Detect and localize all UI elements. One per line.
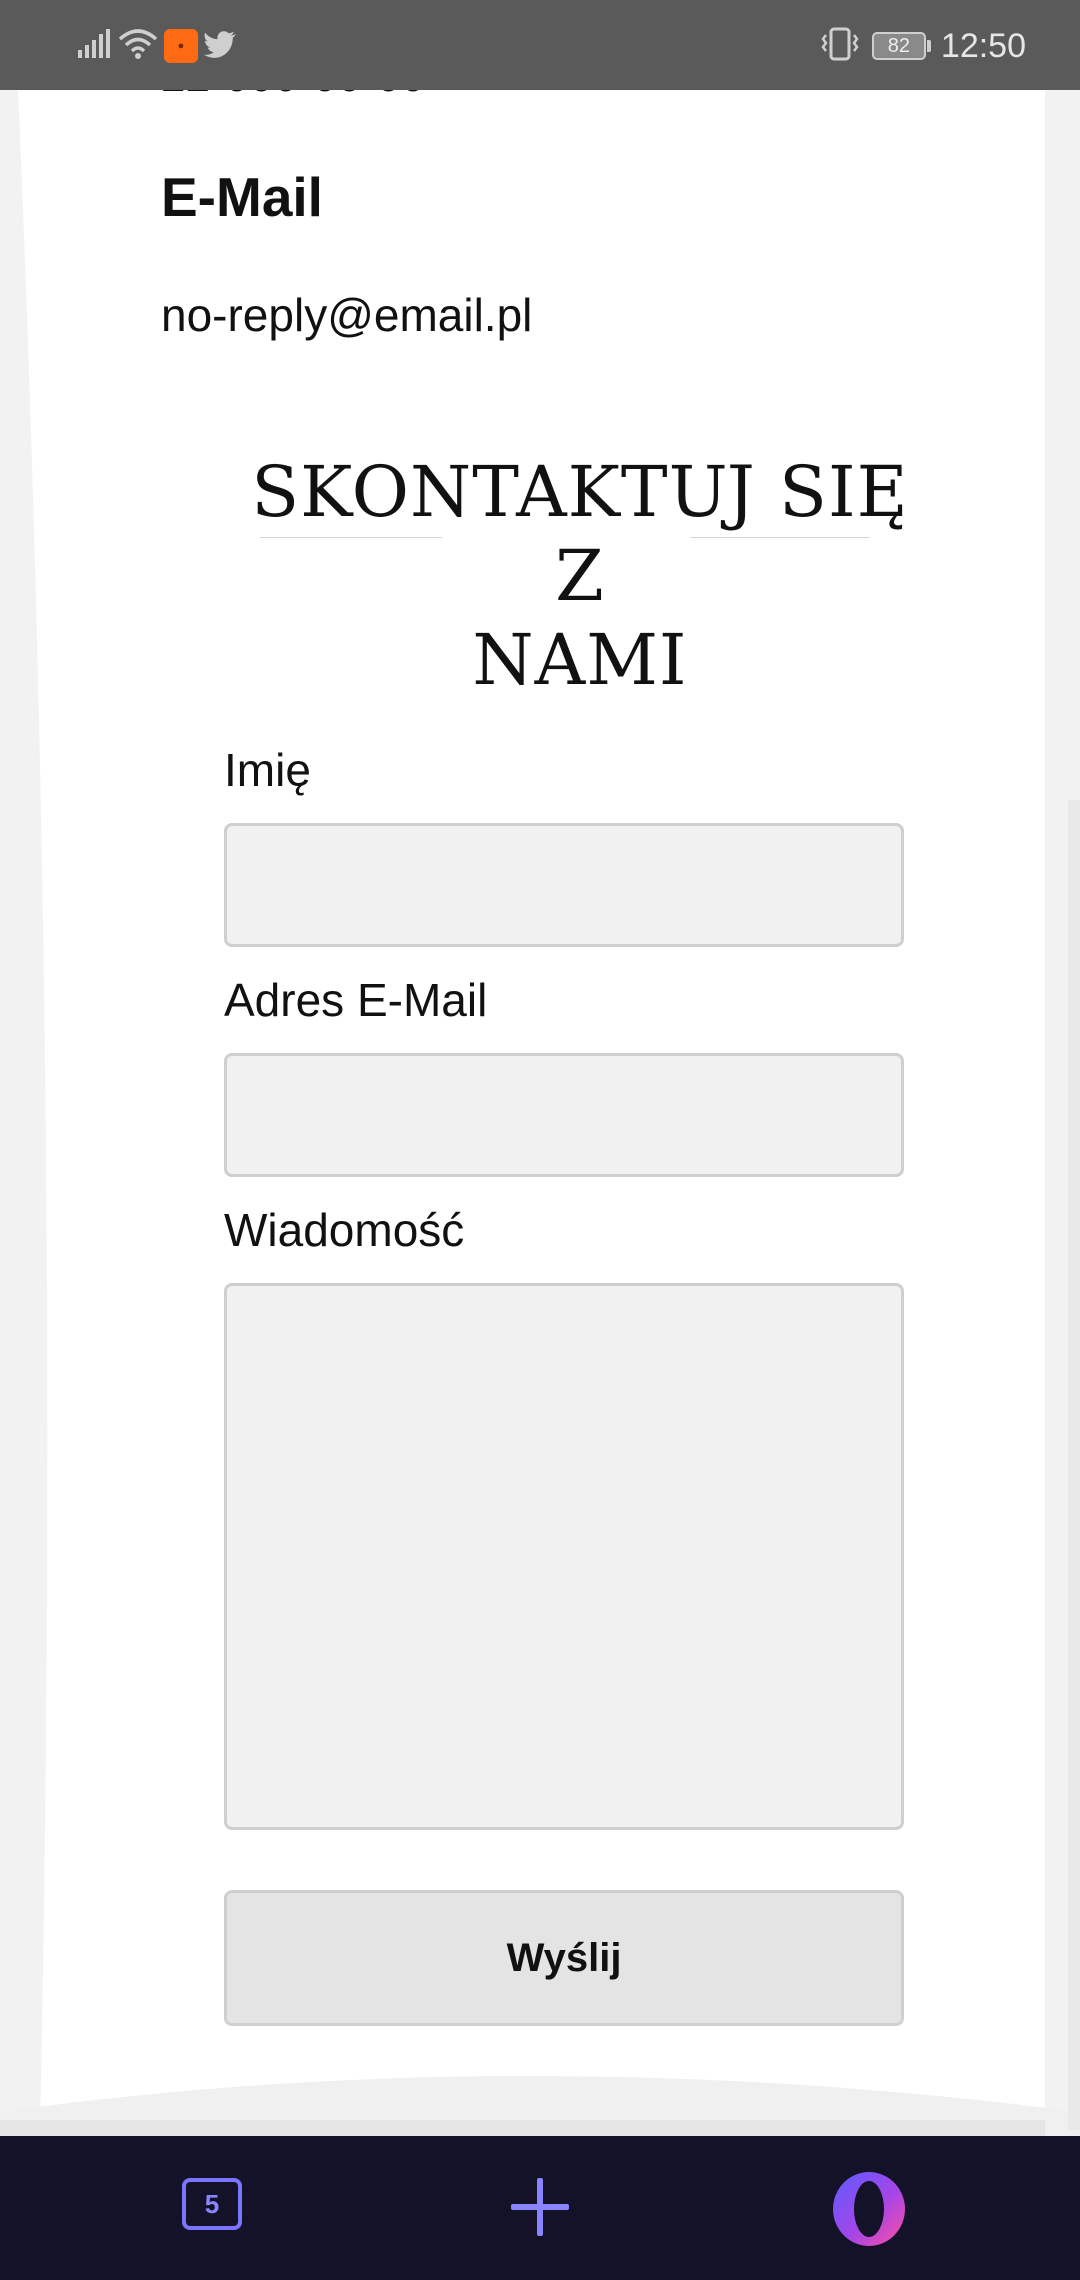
status-right-icons: 82 12:50: [818, 24, 1026, 68]
message-textarea[interactable]: [224, 1283, 904, 1830]
email-input[interactable]: [224, 1053, 904, 1177]
submit-button[interactable]: Wyślij: [224, 1890, 904, 2026]
battery-level: 82: [871, 32, 926, 60]
opera-icon[interactable]: [830, 2170, 908, 2248]
app-notification-icon: ●: [164, 29, 198, 63]
status-bar: ● 82 12:50: [0, 0, 1080, 90]
email-heading: E-Mail: [161, 166, 323, 228]
vibrate-icon: [818, 27, 862, 66]
wifi-icon: [118, 27, 158, 66]
contact-form-title-line1: SKONTAKTUJ SIĘ Z: [251, 451, 909, 617]
title-divider-right: [690, 537, 870, 538]
email-link[interactable]: no-reply@email.pl: [161, 288, 532, 342]
signal-icon: [76, 28, 112, 65]
status-left-icons: ●: [76, 24, 238, 68]
tabs-icon[interactable]: 5: [182, 2178, 242, 2230]
name-input[interactable]: [224, 823, 904, 947]
title-divider-left: [260, 537, 442, 538]
browser-bottom-nav: 5: [0, 2136, 1080, 2280]
page-scroll-track: [1068, 800, 1080, 2130]
message-label: Wiadomość: [224, 1204, 465, 1256]
tabs-count: 5: [204, 2188, 220, 2219]
twitter-icon: [204, 29, 238, 64]
battery-icon: 82: [871, 32, 931, 60]
email-label: Adres E-Mail: [224, 974, 488, 1026]
name-label: Imię: [224, 744, 311, 796]
contact-form-title: SKONTAKTUJ SIĘ Z NAMI: [250, 450, 910, 702]
contact-form-title-line2: NAMI: [472, 619, 688, 701]
plus-icon[interactable]: [505, 2172, 575, 2242]
page-bottom-strip: [0, 2120, 1045, 2136]
status-time: 12:50: [940, 26, 1026, 65]
